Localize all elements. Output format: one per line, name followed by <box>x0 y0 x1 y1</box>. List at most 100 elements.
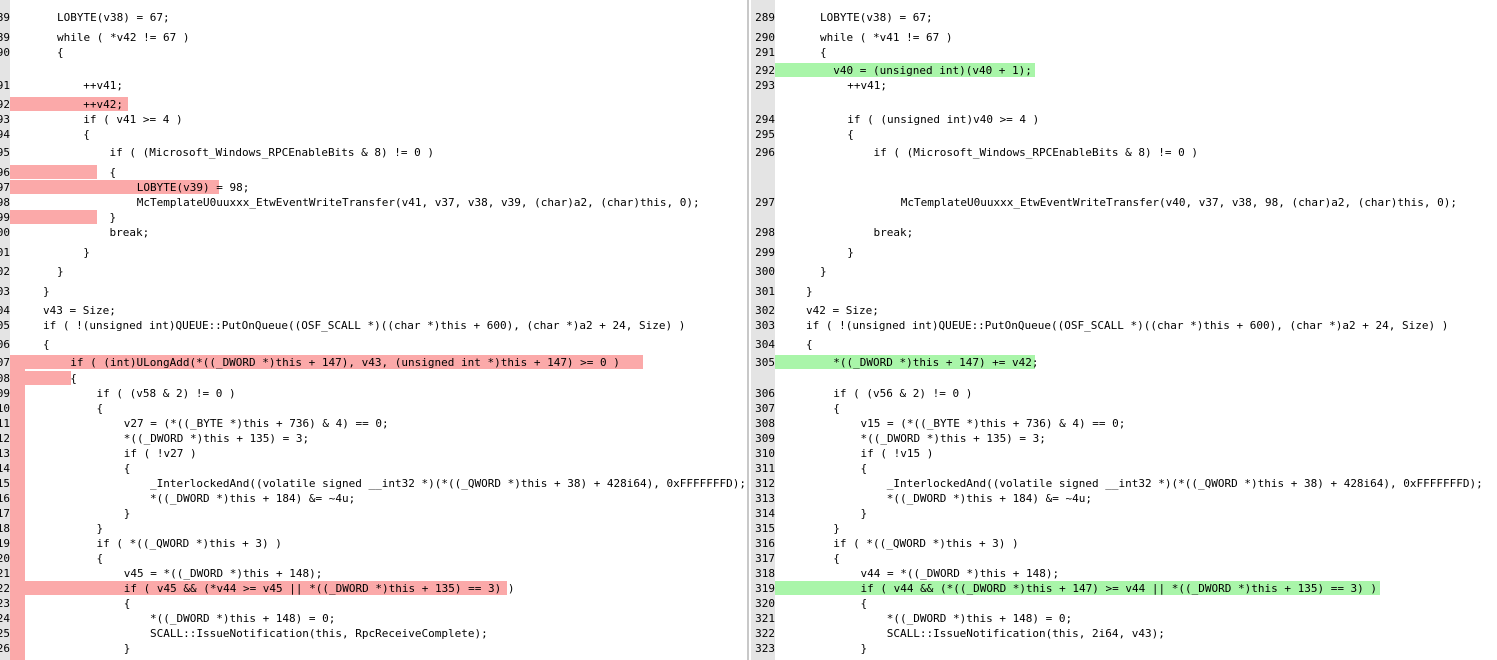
left-code-line[interactable]: 10 { <box>0 401 749 416</box>
right-code-line[interactable]: 306 if ( (v56 & 2) != 0 ) <box>749 386 1497 401</box>
right-code-line[interactable]: 290 while ( *v41 != 67 ) <box>749 30 1497 45</box>
left-code-line[interactable]: 97 LOBYTE(v39) = 98; <box>0 179 749 195</box>
left-code-line[interactable]: 92 ++v42; <box>0 96 749 112</box>
left-code-line[interactable]: 22 if ( v45 && (*v44 >= v45 || *((_DWORD… <box>0 580 749 596</box>
right-code-line[interactable]: 309 *((_DWORD *)this + 135) = 3; <box>749 431 1497 446</box>
left-code-line[interactable]: 91 ++v41; <box>0 78 749 93</box>
line-number: 08 <box>0 371 10 385</box>
left-code-line[interactable] <box>0 63 749 78</box>
left-code-line[interactable]: 19 if ( *((_QWORD *)this + 3) ) <box>0 536 749 551</box>
left-code-line[interactable]: 00 break; <box>0 225 749 240</box>
left-code-line[interactable]: 05 if ( !(unsigned int)QUEUE::PutOnQueue(… <box>0 318 749 333</box>
right-code-line[interactable]: 314 } <box>749 506 1497 521</box>
right-code-line[interactable]: 299 } <box>749 245 1497 260</box>
right-code-line[interactable]: 301} <box>749 284 1497 299</box>
left-code-line[interactable]: 12 *((_DWORD *)this + 135) = 3; <box>0 431 749 446</box>
left-code-line[interactable]: 25 SCALL::IssueNotification(this, RpcRec… <box>0 626 749 641</box>
left-code-line[interactable]: 14 { <box>0 461 749 476</box>
right-code-line[interactable]: 302 v42 = Size; <box>749 303 1497 318</box>
left-code-line[interactable]: 24 *((_DWORD *)this + 148) = 0; <box>0 611 749 626</box>
left-code-line[interactable]: 96 { <box>0 164 749 180</box>
right-code-line[interactable]: 317 { <box>749 551 1497 566</box>
right-code-line[interactable]: 291 { <box>749 45 1497 60</box>
left-code-line[interactable]: 01 } <box>0 245 749 260</box>
right-diff-pane[interactable]: 289 LOBYTE(v38) = 67; 290 while ( *v41 != 6… <box>749 0 1497 660</box>
line-number: 92 <box>0 97 10 111</box>
code-text: if ( (int)ULongAdd(*((_DWORD *)this + 14… <box>57 355 620 369</box>
right-code-line[interactable]: 293 ++v41; <box>749 78 1497 93</box>
right-code-line[interactable]: 295 { <box>749 127 1497 142</box>
left-code-line[interactable]: 18 } <box>0 521 749 536</box>
left-code-line[interactable]: 94 { <box>0 127 749 142</box>
right-code-line[interactable]: 323 } <box>749 641 1497 656</box>
right-code-line[interactable]: 312 _InterlockedAnd((volatile signed __i… <box>749 476 1497 491</box>
right-code-line[interactable]: else if ( *((_DWORD *)this + 150) == -1 … <box>749 657 1497 660</box>
code-text: SCALL::IssueNotification(this, RpcReceiv… <box>97 626 488 640</box>
left-code-line[interactable]: 95 if ( (Microsoft_Windows_RPCEnableBits… <box>0 145 749 160</box>
right-code-line[interactable]: 319 if ( v44 && (*((_DWORD *)this + 147)… <box>749 580 1497 596</box>
left-code-line[interactable]: 06 { <box>0 337 749 352</box>
left-code-line[interactable]: 17 } <box>0 506 749 521</box>
code-text: McTemplateU0uuxxx_EtwEventWriteTransfer(… <box>861 195 1458 209</box>
right-code-line[interactable]: 313 *((_DWORD *)this + 184) &= ~4u; <box>749 491 1497 506</box>
right-code-line[interactable] <box>749 165 1497 180</box>
line-number <box>751 180 775 195</box>
left-diff-pane[interactable]: 89 LOBYTE(v38) = 67; 89 while ( *v42 != 67 … <box>0 0 749 660</box>
code-text: } <box>834 641 868 655</box>
code-text: if ( *((_QWORD *)this + 3) ) <box>820 536 1019 550</box>
left-code-line[interactable]: 26 } <box>0 641 749 656</box>
line-number: 16 <box>0 491 10 505</box>
left-code-line[interactable]: 89 while ( *v42 != 67 ) <box>0 30 749 45</box>
left-code-line[interactable]: 04 v43 = Size; <box>0 303 749 318</box>
code-text: } <box>84 641 131 655</box>
right-code-line[interactable]: 316 if ( *((_QWORD *)this + 3) ) <box>749 536 1497 551</box>
right-code-line[interactable]: 294 if ( (unsigned int)v40 >= 4 ) <box>749 112 1497 127</box>
right-code-line[interactable]: 315 } <box>749 521 1497 536</box>
right-code-line[interactable] <box>749 210 1497 225</box>
line-number: 93 <box>0 112 10 126</box>
line-number: 304 <box>755 337 775 351</box>
left-code-line[interactable]: 99 } <box>0 209 749 225</box>
right-code-line[interactable]: 292 v40 = (unsigned int)(v40 + 1); <box>749 62 1497 78</box>
right-code-line[interactable]: 318 v44 = *((_DWORD *)this + 148); <box>749 566 1497 581</box>
code-text: _InterlockedAnd((volatile signed __int32… <box>97 476 747 490</box>
right-code-line[interactable]: 307 { <box>749 401 1497 416</box>
right-code-line[interactable]: 310 if ( !v15 ) <box>749 446 1497 461</box>
right-code-line[interactable]: 320 { <box>749 596 1497 611</box>
left-code-line[interactable]: 93 if ( v41 >= 4 ) <box>0 112 749 127</box>
right-code-line[interactable]: 297 McTemplateU0uuxxx_EtwEventWriteTrans… <box>749 195 1497 210</box>
left-code-line[interactable]: 13 if ( !v27 ) <box>0 446 749 461</box>
left-code-line[interactable]: 89 LOBYTE(v38) = 67; <box>0 10 749 25</box>
right-code-line[interactable] <box>749 371 1497 386</box>
right-code-line[interactable] <box>749 180 1497 195</box>
right-code-line[interactable]: 296 if ( (Microsoft_Windows_RPCEnableBit… <box>749 145 1497 160</box>
right-code-line[interactable]: 311 { <box>749 461 1497 476</box>
left-code-line[interactable]: 90 { <box>0 45 749 60</box>
right-code-line[interactable]: 322 SCALL::IssueNotification(this, 2i64,… <box>749 626 1497 641</box>
left-code-line[interactable]: 98 McTemplateU0uuxxx_EtwEventWriteTransf… <box>0 195 749 210</box>
left-code-line[interactable]: 02} <box>0 264 749 279</box>
line-number: 25 <box>0 626 10 640</box>
left-code-line[interactable]: 20 { <box>0 551 749 566</box>
line-number: 311 <box>755 461 775 475</box>
line-number: 99 <box>0 210 10 224</box>
right-code-line[interactable] <box>749 97 1497 112</box>
right-code-line[interactable]: 321 *((_DWORD *)this + 148) = 0; <box>749 611 1497 626</box>
left-code-line[interactable]: 08 { <box>0 370 749 386</box>
left-code-line[interactable]: 23 { <box>0 596 749 611</box>
right-code-line[interactable]: 303 if ( !(unsigned int)QUEUE::PutOnQueue… <box>749 318 1497 333</box>
right-code-line[interactable]: 305 *((_DWORD *)this + 147) += v42; <box>749 354 1497 370</box>
right-code-line[interactable]: 298 break; <box>749 225 1497 240</box>
right-code-line[interactable]: 289 LOBYTE(v38) = 67; <box>749 10 1497 25</box>
left-code-line[interactable]: else if ( *((_DWORD *)this + 150) == -1 … <box>0 657 749 660</box>
right-code-line[interactable]: 308 v15 = (*((_BYTE *)this + 736) & 4) =… <box>749 416 1497 431</box>
right-code-line[interactable]: 300} <box>749 264 1497 279</box>
left-code-line[interactable]: 16 *((_DWORD *)this + 184) &= ~4u; <box>0 491 749 506</box>
right-code-line[interactable]: 304 { <box>749 337 1497 352</box>
left-code-line[interactable]: 09 if ( (v58 & 2) != 0 ) <box>0 386 749 401</box>
left-code-line[interactable]: 15 _InterlockedAnd((volatile signed __in… <box>0 476 749 491</box>
left-code-line[interactable]: 03} <box>0 284 749 299</box>
left-code-line[interactable]: 07 if ( (int)ULongAdd(*((_DWORD *)this +… <box>0 354 749 370</box>
left-code-line[interactable]: 11 v27 = (*((_BYTE *)this + 736) & 4) ==… <box>0 416 749 431</box>
left-code-line[interactable]: 21 v45 = *((_DWORD *)this + 148); <box>0 566 749 581</box>
